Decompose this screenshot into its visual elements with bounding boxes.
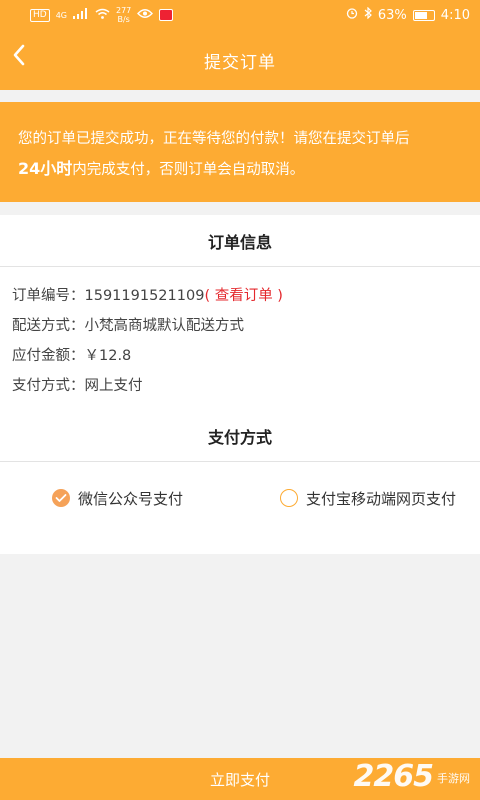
- order-info-title: 订单信息: [0, 215, 480, 267]
- watermark-logo: 2265 手游网: [354, 759, 471, 794]
- payment-title: 支付方式: [0, 410, 480, 462]
- pay-now-label: 立即支付: [209, 770, 270, 789]
- chevron-left-icon: [12, 44, 26, 70]
- battery-percent: 63%: [377, 7, 407, 23]
- status-bar: HD 4G 277 B/s 63% 4:10: [0, 0, 480, 30]
- hd-indicator: HD: [30, 8, 50, 22]
- amount-value: ￥12.8: [84, 348, 132, 364]
- alipay-option[interactable]: 支付宝移动端网页支付: [279, 488, 456, 509]
- signal-icon: [73, 7, 89, 23]
- battery-icon: [412, 9, 435, 21]
- order-number-label: 订单编号：: [12, 288, 85, 304]
- amount-label: 应付金额：: [12, 348, 85, 364]
- payment-card: 支付方式 微信公众号支付 支付宝移动端网页支付: [0, 410, 480, 554]
- wechat-pay-label: 微信公众号支付: [78, 489, 184, 508]
- wifi-icon: [95, 8, 110, 23]
- back-button[interactable]: [4, 42, 34, 72]
- payment-options: 微信公众号支付 支付宝移动端网页支付: [0, 462, 480, 534]
- delivery-row: 配送方式：小梵高商城默认配送方式: [12, 311, 468, 341]
- view-order-link[interactable]: ( 查看订单 ): [204, 288, 283, 304]
- eye-icon: [137, 8, 154, 23]
- radio-unchecked-icon[interactable]: [279, 489, 298, 507]
- notice-line2: 内完成支付，否则订单会自动取消。: [72, 162, 305, 178]
- pay-method-row: 支付方式：网上支付: [12, 371, 468, 401]
- order-number-row: 订单编号：1591191521109( 查看订单 ): [12, 281, 468, 311]
- amount-row: 应付金额：￥12.8: [12, 341, 468, 371]
- delivery-value: 小梵高商城默认配送方式: [84, 318, 245, 334]
- watermark-site: 手游网: [437, 772, 470, 785]
- alipay-label: 支付宝移动端网页支付: [305, 489, 456, 508]
- bluetooth-icon: [364, 6, 372, 23]
- speed-unit: B/s: [117, 15, 130, 24]
- order-number-value: 1591191521109: [84, 288, 205, 304]
- pay-method-label: 支付方式：: [12, 378, 85, 394]
- watermark-number: 2265: [353, 759, 434, 794]
- order-info-card: 订单信息 订单编号：1591191521109( 查看订单 ) 配送方式：小梵高…: [0, 215, 480, 413]
- header-bar: 提交订单: [0, 30, 480, 90]
- speed-value: 277: [116, 6, 132, 15]
- order-notice: 您的订单已提交成功，正在等待您的付款！请您在提交订单后 24小时内完成支付，否则…: [0, 102, 480, 202]
- page-title: 提交订单: [204, 52, 276, 73]
- order-info-list: 订单编号：1591191521109( 查看订单 ) 配送方式：小梵高商城默认配…: [0, 267, 480, 401]
- pay-method-value: 网上支付: [84, 378, 143, 394]
- delivery-label: 配送方式：: [12, 318, 85, 334]
- app-notification-icon: [159, 9, 174, 21]
- network-type: 4G: [55, 10, 67, 20]
- alarm-icon: [346, 7, 358, 23]
- network-speed: 277 B/s: [116, 6, 131, 24]
- radio-checked-icon[interactable]: [52, 489, 70, 507]
- wechat-pay-option[interactable]: 微信公众号支付: [52, 488, 183, 509]
- notice-highlight: 24小时: [18, 159, 73, 178]
- notice-line1: 您的订单已提交成功，正在等待您的付款！请您在提交订单后: [18, 131, 410, 147]
- clock: 4:10: [440, 7, 470, 23]
